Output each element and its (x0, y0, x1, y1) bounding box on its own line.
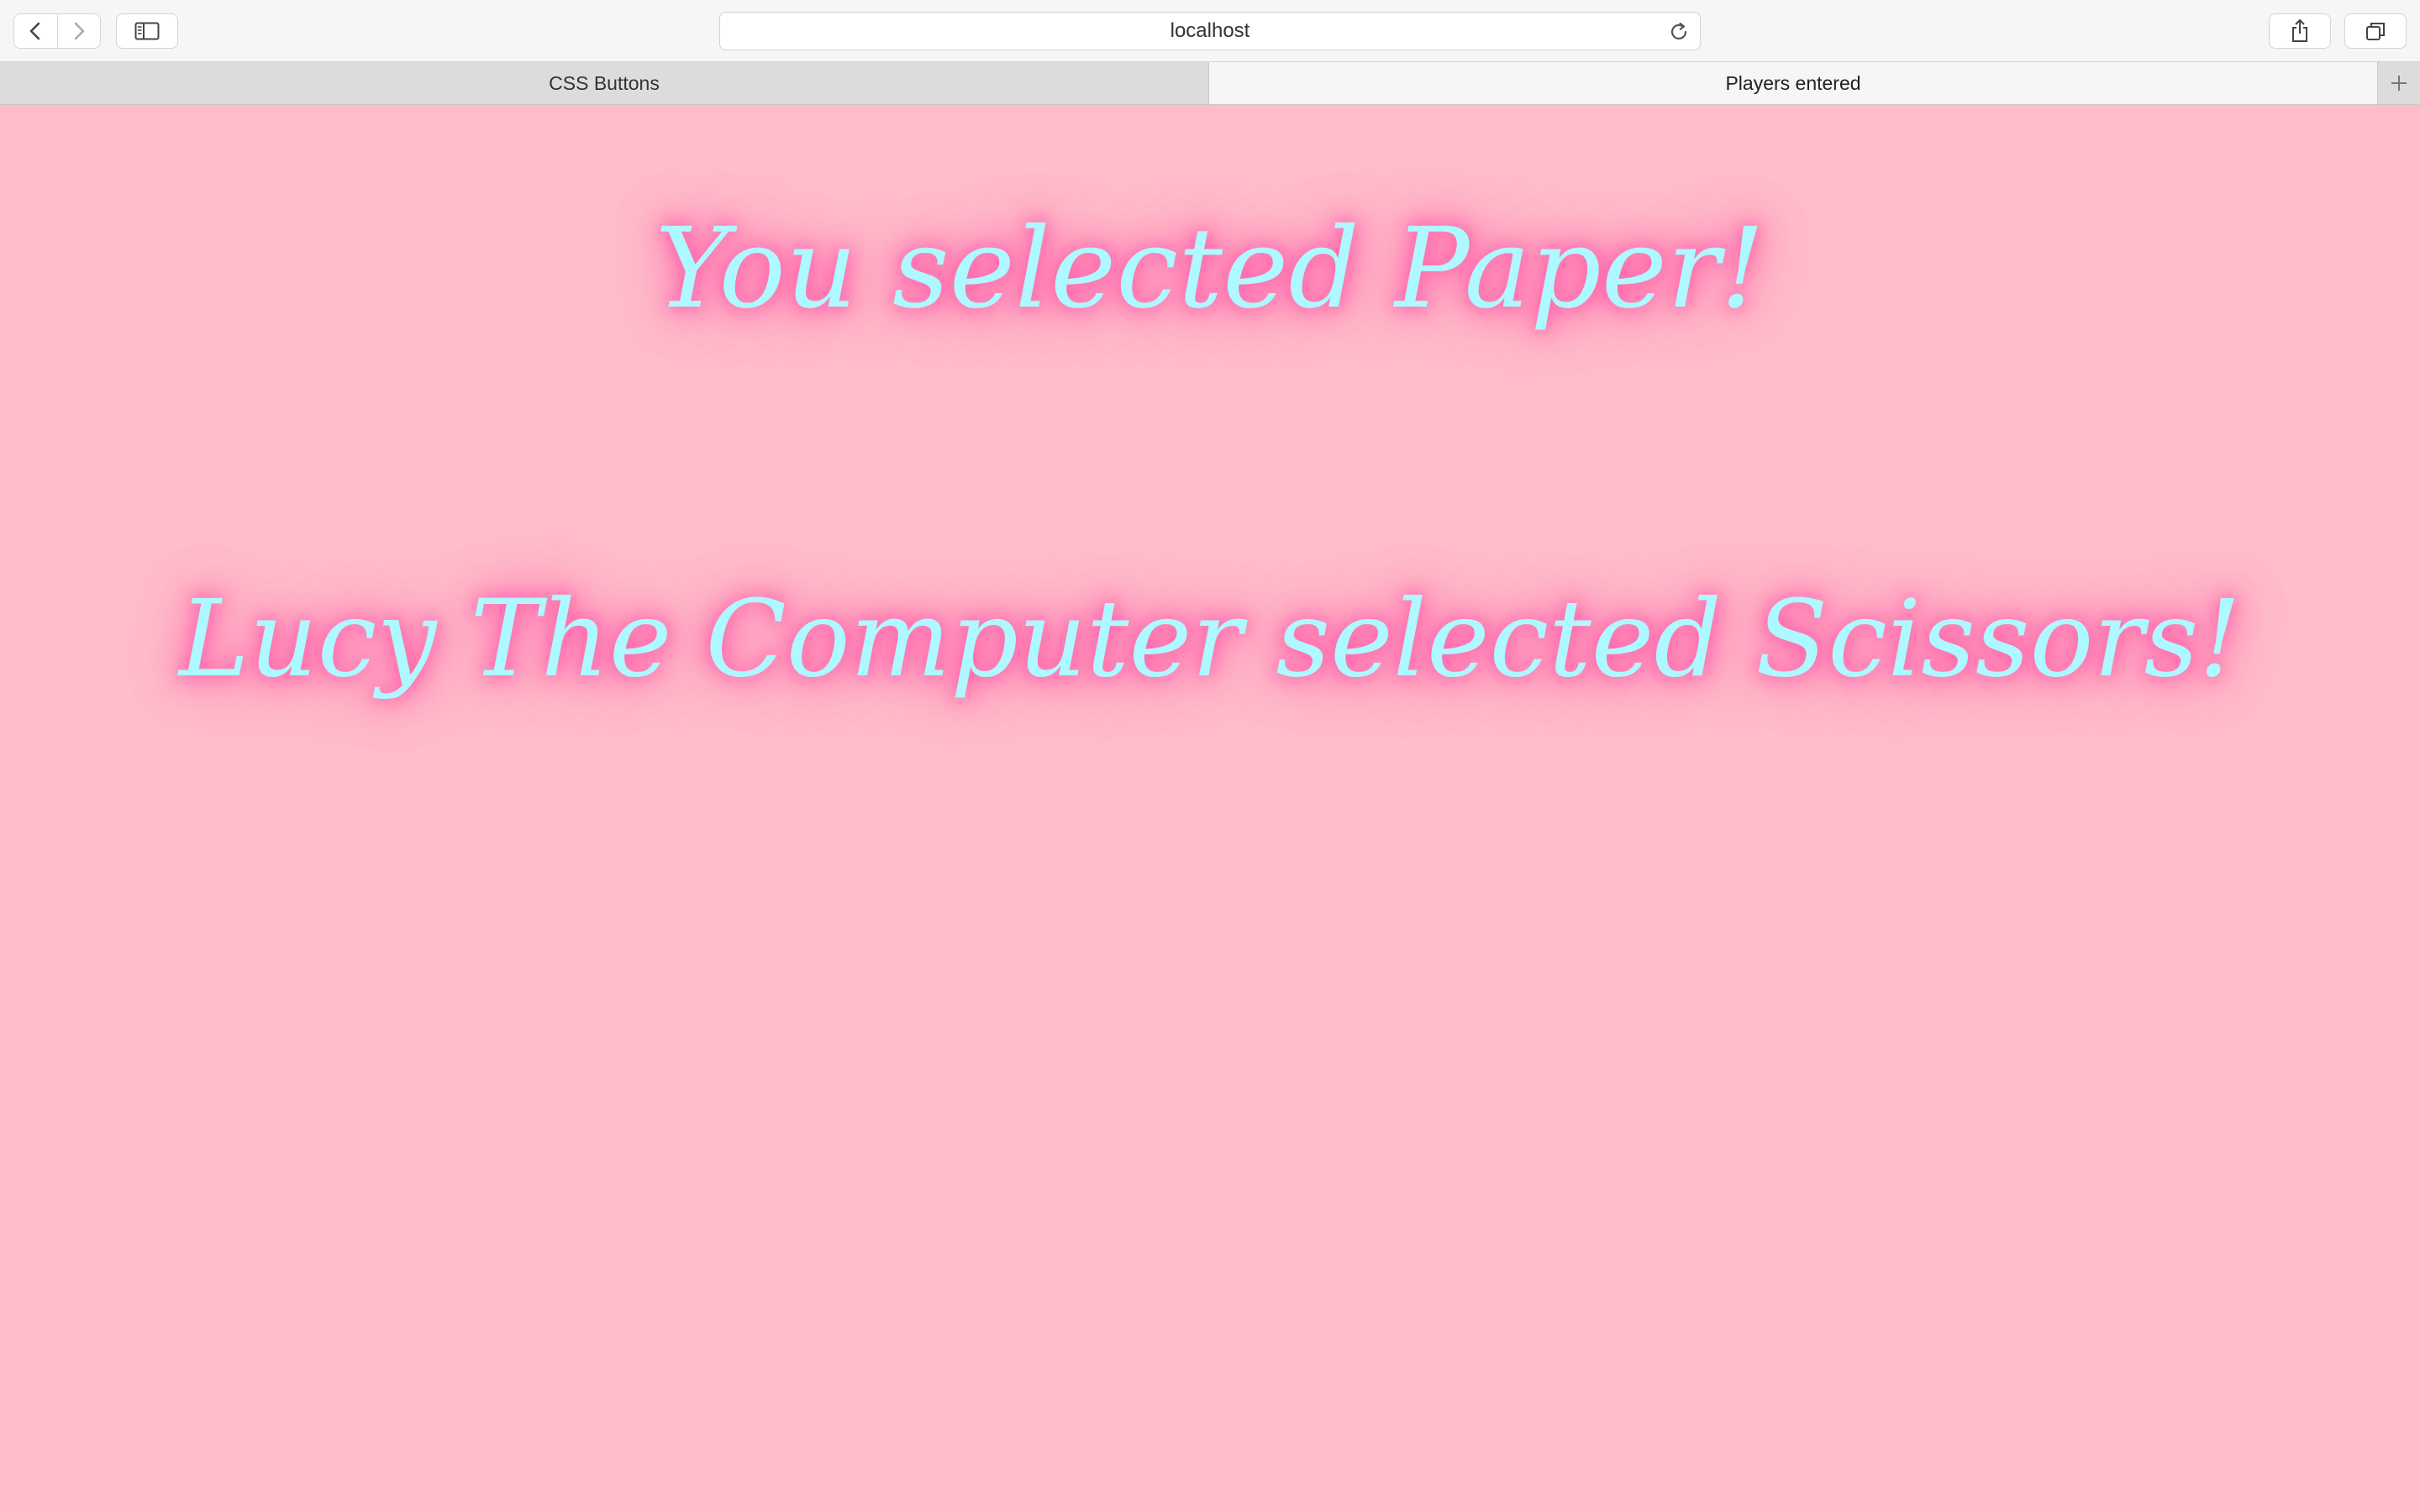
page-content: You selected Paper! Lucy The Computer se… (0, 105, 2420, 1512)
navigation-buttons (13, 13, 101, 49)
tab-bar: CSS Buttons Players entered (0, 62, 2420, 105)
plus-icon (2391, 76, 2407, 91)
tab-label: Players entered (1725, 71, 1861, 94)
reload-button[interactable] (1668, 21, 1690, 47)
share-button[interactable] (2269, 13, 2331, 49)
back-button[interactable] (14, 14, 57, 48)
tab-css-buttons[interactable]: CSS Buttons (0, 62, 1208, 104)
tab-players-entered[interactable]: Players entered (1208, 62, 2378, 104)
sidebar-button[interactable] (116, 13, 178, 49)
browser-toolbar: localhost (0, 0, 2420, 62)
tabs-overview-button[interactable] (2344, 13, 2407, 49)
sidebar-icon (134, 22, 160, 40)
address-bar[interactable]: localhost (719, 12, 1701, 50)
chevron-left-icon (29, 22, 40, 40)
chevron-right-icon (74, 22, 85, 40)
new-tab-button[interactable] (2378, 62, 2420, 104)
tabs-overview-icon (2366, 23, 2385, 40)
player-choice-heading: You selected Paper! (655, 204, 1765, 333)
computer-choice-heading: Lucy The Computer selected Scissors! (179, 577, 2241, 701)
reload-icon (1670, 22, 1687, 39)
share-icon (2292, 19, 2307, 42)
forward-button[interactable] (56, 14, 101, 48)
browser-window: localhost CSS Buttons Players entered Yo… (0, 0, 2420, 1512)
tab-label: CSS Buttons (549, 71, 660, 94)
address-text: localhost (1170, 19, 1250, 42)
